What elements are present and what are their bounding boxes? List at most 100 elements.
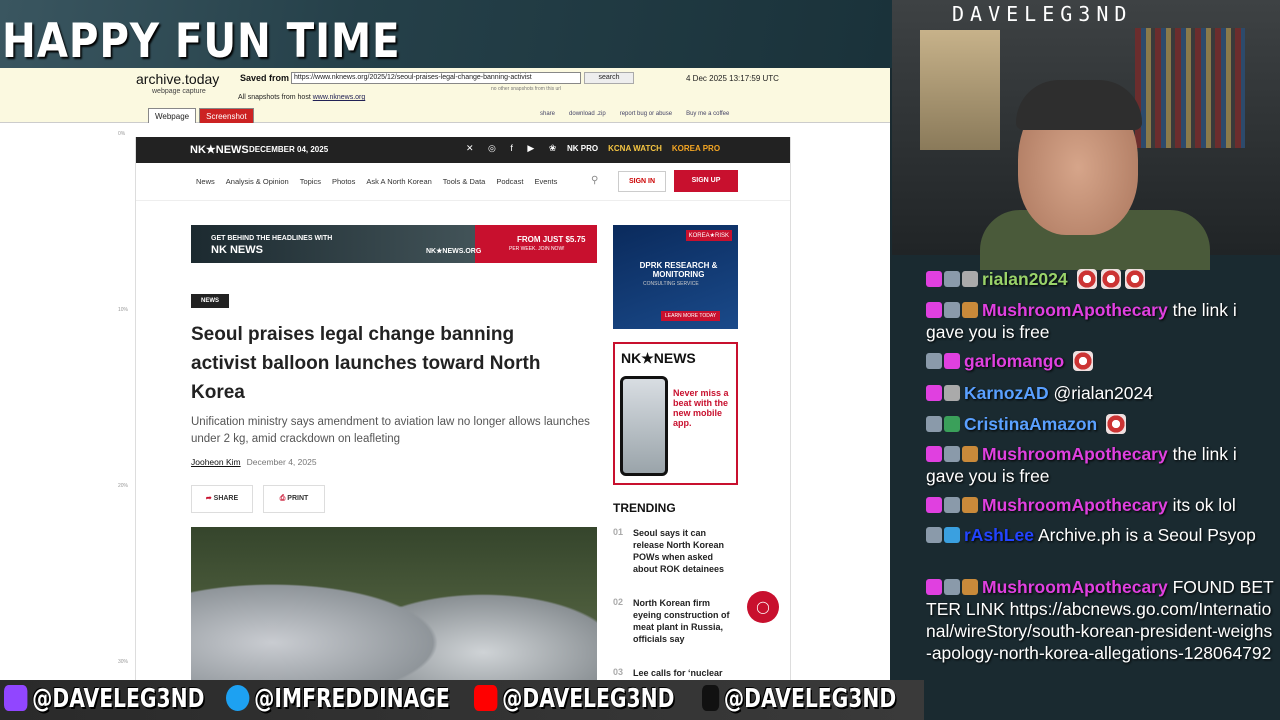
mobile-app-ad[interactable]: NK★NEWS Never miss a beat with the new m… bbox=[613, 342, 738, 485]
user-badges bbox=[926, 413, 962, 435]
chat-text: its ok lol bbox=[1172, 495, 1236, 515]
chat-message: MushroomApothecary the link i gave you i… bbox=[926, 443, 1276, 487]
ruler-mark: 20% bbox=[118, 483, 129, 489]
chat-username[interactable]: KarnozAD bbox=[964, 383, 1049, 403]
poster-image bbox=[920, 30, 1000, 150]
ruler-mark: 0% bbox=[118, 131, 126, 137]
stream-frame: HAPPY FUN TIME archive.today webpage cap… bbox=[0, 0, 1280, 720]
host-link[interactable]: www.nknews.org bbox=[313, 94, 366, 101]
social-twitter: @IMFREDDINAGE bbox=[226, 684, 450, 716]
sign-in-button[interactable]: SIGN IN bbox=[618, 171, 666, 192]
subscribe-banner-ad[interactable]: GET BEHIND THE HEADLINES WITH NK NEWS NK… bbox=[191, 225, 597, 263]
search-icon[interactable]: ⚲ bbox=[591, 175, 598, 186]
show-title: HAPPY FUN TIME bbox=[2, 14, 401, 69]
twitter-icon bbox=[226, 685, 250, 711]
archive-caption: webpage capture bbox=[152, 88, 206, 95]
article-subhead: Unification ministry says amendment to a… bbox=[191, 416, 590, 445]
chat-username[interactable]: rAshLee bbox=[964, 525, 1034, 545]
emote-icon bbox=[1076, 269, 1097, 289]
emote-icon bbox=[1073, 351, 1094, 371]
bookshelf-image bbox=[1135, 28, 1245, 148]
chat-message: rAshLee Archive.ph is a Seoul Psyop bbox=[926, 524, 1276, 546]
chat-bubble-icon[interactable]: ◯ bbox=[747, 591, 779, 623]
nk-logo[interactable]: NK★NEWS bbox=[190, 143, 249, 156]
archive-date: 4 Dec 2025 13:17:59 UTC bbox=[686, 74, 779, 83]
korea-pro-link[interactable]: KOREA PRO bbox=[672, 144, 720, 153]
trending-number: 01 bbox=[613, 527, 624, 537]
chat-panel: rialan2024 MushroomApothecary the link i… bbox=[924, 262, 1280, 720]
user-badges bbox=[926, 494, 980, 516]
twitch-handle: @DAVELEG3ND bbox=[32, 684, 205, 714]
archive-url-input[interactable]: https://www.nknews.org/2025/12/seoul-pra… bbox=[291, 72, 581, 84]
emote-icon bbox=[1106, 414, 1127, 434]
trending-text: Seoul says it can release North Korean P… bbox=[633, 528, 725, 574]
social-icons[interactable]: ✕ ◎ f ▶ ❀ bbox=[466, 143, 562, 154]
streamer-cap bbox=[1016, 80, 1142, 130]
print-icon: ⎙ bbox=[279, 495, 286, 502]
ad-logo: NK★NEWS.ORG bbox=[426, 248, 482, 255]
chat-username[interactable]: MushroomApothecary bbox=[982, 495, 1168, 515]
menu-events[interactable]: Events bbox=[534, 177, 557, 186]
ad-per: PER WEEK. JOIN NOW! bbox=[509, 246, 565, 252]
trending-text: Lee calls for ‘nuclear bbox=[633, 668, 723, 678]
chat-username[interactable]: MushroomApothecary bbox=[982, 300, 1168, 320]
archive-logo[interactable]: archive.today bbox=[136, 71, 219, 87]
chat-message: garlomango bbox=[926, 350, 1276, 372]
from-host-label: from host bbox=[281, 94, 311, 101]
print-label: PRINT bbox=[287, 495, 309, 502]
report-link[interactable]: report bug or abuse bbox=[620, 111, 672, 117]
archive-tabs: Webpage Screenshot bbox=[148, 106, 257, 125]
chat-username[interactable]: MushroomApothecary bbox=[982, 577, 1168, 597]
youtube-handle: @DAVELEG3ND bbox=[502, 684, 675, 714]
ad1-button[interactable]: LEARN MORE TODAY bbox=[661, 311, 721, 321]
ruler-mark: 10% bbox=[118, 307, 129, 313]
menu-podcast[interactable]: Podcast bbox=[496, 177, 523, 186]
nknews-page: NK★NEWS DECEMBER 04, 2025 ✕ ◎ f ▶ ❀ NK P… bbox=[135, 137, 791, 720]
archive-search-button[interactable]: search bbox=[584, 72, 634, 84]
chat-message: rialan2024 bbox=[926, 268, 1276, 290]
share-link[interactable]: share bbox=[540, 111, 555, 117]
nk-pro-link[interactable]: NK PRO bbox=[567, 144, 598, 153]
chat-username[interactable]: MushroomApothecary bbox=[982, 444, 1168, 464]
all-snapshots-link[interactable]: All snapshots bbox=[238, 94, 280, 101]
chat-message: MushroomApothecary the link i gave you i… bbox=[926, 299, 1276, 343]
menu-photos[interactable]: Photos bbox=[332, 177, 355, 186]
menu-tools[interactable]: Tools & Data bbox=[443, 177, 486, 186]
chat-text: @rialan2024 bbox=[1053, 383, 1153, 403]
chat-message: KarnozAD @rialan2024 bbox=[926, 382, 1276, 404]
print-button[interactable]: ⎙ PRINT bbox=[263, 485, 325, 513]
share-button[interactable]: ➦ SHARE bbox=[191, 485, 253, 513]
download-link[interactable]: download .zip bbox=[569, 111, 606, 117]
category-tag[interactable]: NEWS bbox=[191, 294, 229, 308]
chat-username[interactable]: CristinaAmazon bbox=[964, 414, 1097, 434]
menu-analysis[interactable]: Analysis & Opinion bbox=[226, 177, 289, 186]
archive-links: share download .zip report bug or abuse Buy… bbox=[540, 111, 743, 117]
social-twitch: @DAVELEG3ND bbox=[4, 684, 204, 716]
chat-text: Archive.ph is a Seoul Psyop bbox=[1037, 525, 1256, 545]
coffee-link[interactable]: Buy me a coffee bbox=[686, 111, 729, 117]
emote-icon bbox=[1100, 269, 1121, 289]
streamer-name: DAVELEG3ND bbox=[952, 2, 1133, 26]
trending-number: 03 bbox=[613, 667, 624, 677]
sign-up-button[interactable]: SIGN UP bbox=[674, 170, 738, 192]
emote-icon bbox=[1124, 269, 1145, 289]
kcna-watch-link[interactable]: KCNA WATCH bbox=[608, 144, 662, 153]
nk-topbar: NK★NEWS DECEMBER 04, 2025 ✕ ◎ f ▶ ❀ NK P… bbox=[136, 137, 790, 163]
menu-topics[interactable]: Topics bbox=[300, 177, 321, 186]
article-date: December 4, 2025 bbox=[246, 457, 317, 467]
chat-username[interactable]: garlomango bbox=[964, 351, 1064, 371]
menu-ask[interactable]: Ask A North Korean bbox=[366, 177, 431, 186]
tiktok-icon bbox=[702, 685, 720, 711]
author-link[interactable]: Jooheon Kim bbox=[191, 457, 241, 467]
phone-image bbox=[620, 376, 668, 476]
share-label: SHARE bbox=[213, 495, 239, 502]
menu-news[interactable]: News bbox=[196, 177, 215, 186]
trending-text: North Korean firm eyeing construction of… bbox=[633, 598, 730, 644]
ad-line1: GET BEHIND THE HEADLINES WITH bbox=[211, 235, 333, 242]
twitch-icon bbox=[4, 685, 28, 711]
nk-date: DECEMBER 04, 2025 bbox=[249, 145, 329, 154]
chat-username[interactable]: rialan2024 bbox=[982, 269, 1068, 289]
all-snapshots: All snapshots from host www.nknews.org bbox=[238, 94, 365, 101]
ad2-message: Never miss a beat with the new mobile ap… bbox=[673, 388, 729, 428]
korea-risk-ad[interactable]: KOREA★RISK DPRK RESEARCH & MONITORING CO… bbox=[613, 225, 738, 329]
